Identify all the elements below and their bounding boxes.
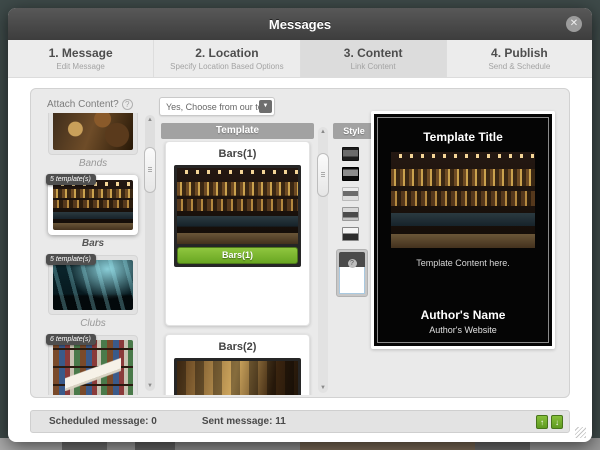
style-preview-header: ? <box>339 252 365 267</box>
scroll-up-arrow-icon[interactable]: ▲ <box>145 117 155 123</box>
step-title: 1. Message <box>49 46 113 60</box>
books-thumbnail-image <box>53 340 133 395</box>
preview-title: Template Title <box>378 130 548 144</box>
dialog-header: Messages ✕ <box>8 8 592 40</box>
content-panel: Attach Content?? Bands 5 template(s) Bar… <box>30 88 570 398</box>
step-subtitle: Specify Location Based Options <box>170 62 283 71</box>
messages-dialog: Messages ✕ 1. Message Edit Message 2. Lo… <box>8 8 592 442</box>
scrollbar-grip-icon <box>321 172 325 177</box>
template-card-spacer <box>166 267 309 315</box>
attach-content-text: Attach Content? <box>47 99 119 110</box>
style-option-selected[interactable]: ? <box>336 249 368 297</box>
template-preview-pane: Template Title Template Content here. Au… <box>371 111 555 349</box>
template-card-bars2: Bars(2) <box>165 334 310 395</box>
step-title: 4. Publish <box>491 46 548 60</box>
step-title: 3. Content <box>344 46 403 60</box>
template-frame: Bars(1) <box>174 165 301 267</box>
preview-author-name: Author's Name <box>378 308 548 322</box>
scrollbar-grip-icon <box>148 167 152 172</box>
category-label-clubs: Clubs <box>43 318 143 329</box>
category-item-clubs[interactable]: 5 template(s) <box>48 255 138 315</box>
close-button[interactable]: ✕ <box>566 16 582 32</box>
template-count-badge: 5 template(s) <box>46 174 96 185</box>
style-option-1-icon[interactable] <box>342 147 359 161</box>
tab-publish[interactable]: 4. Publish Send & Schedule <box>446 40 592 77</box>
template-frame <box>174 358 301 395</box>
resize-handle-icon[interactable] <box>575 427 586 438</box>
scroll-down-arrow-icon[interactable]: ▼ <box>318 385 328 391</box>
sent-message-count: Sent message: 11 <box>202 416 286 427</box>
select-template-button[interactable]: Bars(1) <box>177 247 298 264</box>
clubs-thumbnail-image <box>53 260 133 310</box>
template-column-header: Template <box>161 123 314 139</box>
style-option-5-icon[interactable] <box>342 227 359 241</box>
category-label-bands: Bands <box>43 158 143 169</box>
template-list: Bars(1) Bars(1) Bars(2) <box>161 141 314 395</box>
scheduled-message-count: Scheduled message: 0 <box>49 416 157 427</box>
template-scrollbar-thumb[interactable] <box>317 153 329 197</box>
step-title: 2. Location <box>195 46 258 60</box>
category-label-bars: Bars <box>43 238 143 249</box>
template-scrollbar[interactable]: ▲ ▼ <box>318 127 328 393</box>
template-count-badge: 5 template(s) <box>46 254 96 265</box>
style-preview-body <box>339 267 365 294</box>
scroll-up-arrow-icon[interactable]: ▲ <box>318 129 328 135</box>
scroll-up-button[interactable]: ↑ <box>536 415 548 429</box>
step-subtitle: Send & Schedule <box>488 62 550 71</box>
bands-thumbnail-image <box>53 113 133 150</box>
attach-content-dropdown[interactable]: Yes, Choose from our templa ▼ <box>159 97 275 116</box>
step-subtitle: Edit Message <box>56 62 104 71</box>
wizard-steps: 1. Message Edit Message 2. Location Spec… <box>8 40 592 78</box>
scroll-down-button[interactable]: ↓ <box>551 415 563 429</box>
category-scrollbar-thumb[interactable] <box>144 147 156 193</box>
tab-message[interactable]: 1. Message Edit Message <box>8 40 153 77</box>
attach-content-label: Attach Content?? <box>47 99 133 110</box>
scroll-down-arrow-icon[interactable]: ▼ <box>145 383 155 389</box>
style-option-3-icon[interactable] <box>342 187 359 201</box>
template-image <box>177 361 298 395</box>
status-bar: Scheduled message: 0 Sent message: 11 ↑ … <box>30 410 570 433</box>
step-subtitle: Link Content <box>351 62 396 71</box>
template-card-title: Bars(2) <box>166 341 309 353</box>
template-count-badge: 6 template(s) <box>46 334 96 345</box>
template-card-title: Bars(1) <box>166 148 309 160</box>
category-list: Bands 5 template(s) Bars 5 template(s) C… <box>43 113 143 395</box>
category-item-bands[interactable] <box>48 113 138 155</box>
preview-author-website: Author's Website <box>378 325 548 335</box>
category-scrollbar[interactable]: ▲ ▼ <box>145 115 155 391</box>
style-column-header: Style <box>333 123 375 139</box>
dropdown-value: Yes, Choose from our templa <box>166 102 259 112</box>
preview-background: Template Title Template Content here. Au… <box>374 114 552 346</box>
category-item-bars[interactable]: 5 template(s) <box>48 175 138 235</box>
help-icon: ? <box>348 259 357 268</box>
help-icon[interactable]: ? <box>122 99 133 110</box>
template-image <box>177 168 298 244</box>
bars-thumbnail-image <box>53 180 133 230</box>
category-item-books[interactable]: 6 template(s) <box>48 335 138 395</box>
preview-content-text: Template Content here. <box>378 258 548 268</box>
chevron-down-icon[interactable]: ▼ <box>259 100 272 113</box>
style-option-4-icon[interactable] <box>342 207 359 221</box>
tab-location[interactable]: 2. Location Specify Location Based Optio… <box>153 40 299 77</box>
close-icon: ✕ <box>570 18 578 29</box>
style-option-2-icon[interactable] <box>342 167 359 181</box>
preview-image <box>391 152 535 248</box>
template-card-bars1: Bars(1) Bars(1) <box>165 141 310 326</box>
dialog-title: Messages <box>269 17 331 32</box>
preview-frame: Template Title Template Content here. Au… <box>377 117 549 343</box>
tab-content[interactable]: 3. Content Link Content <box>300 40 446 77</box>
